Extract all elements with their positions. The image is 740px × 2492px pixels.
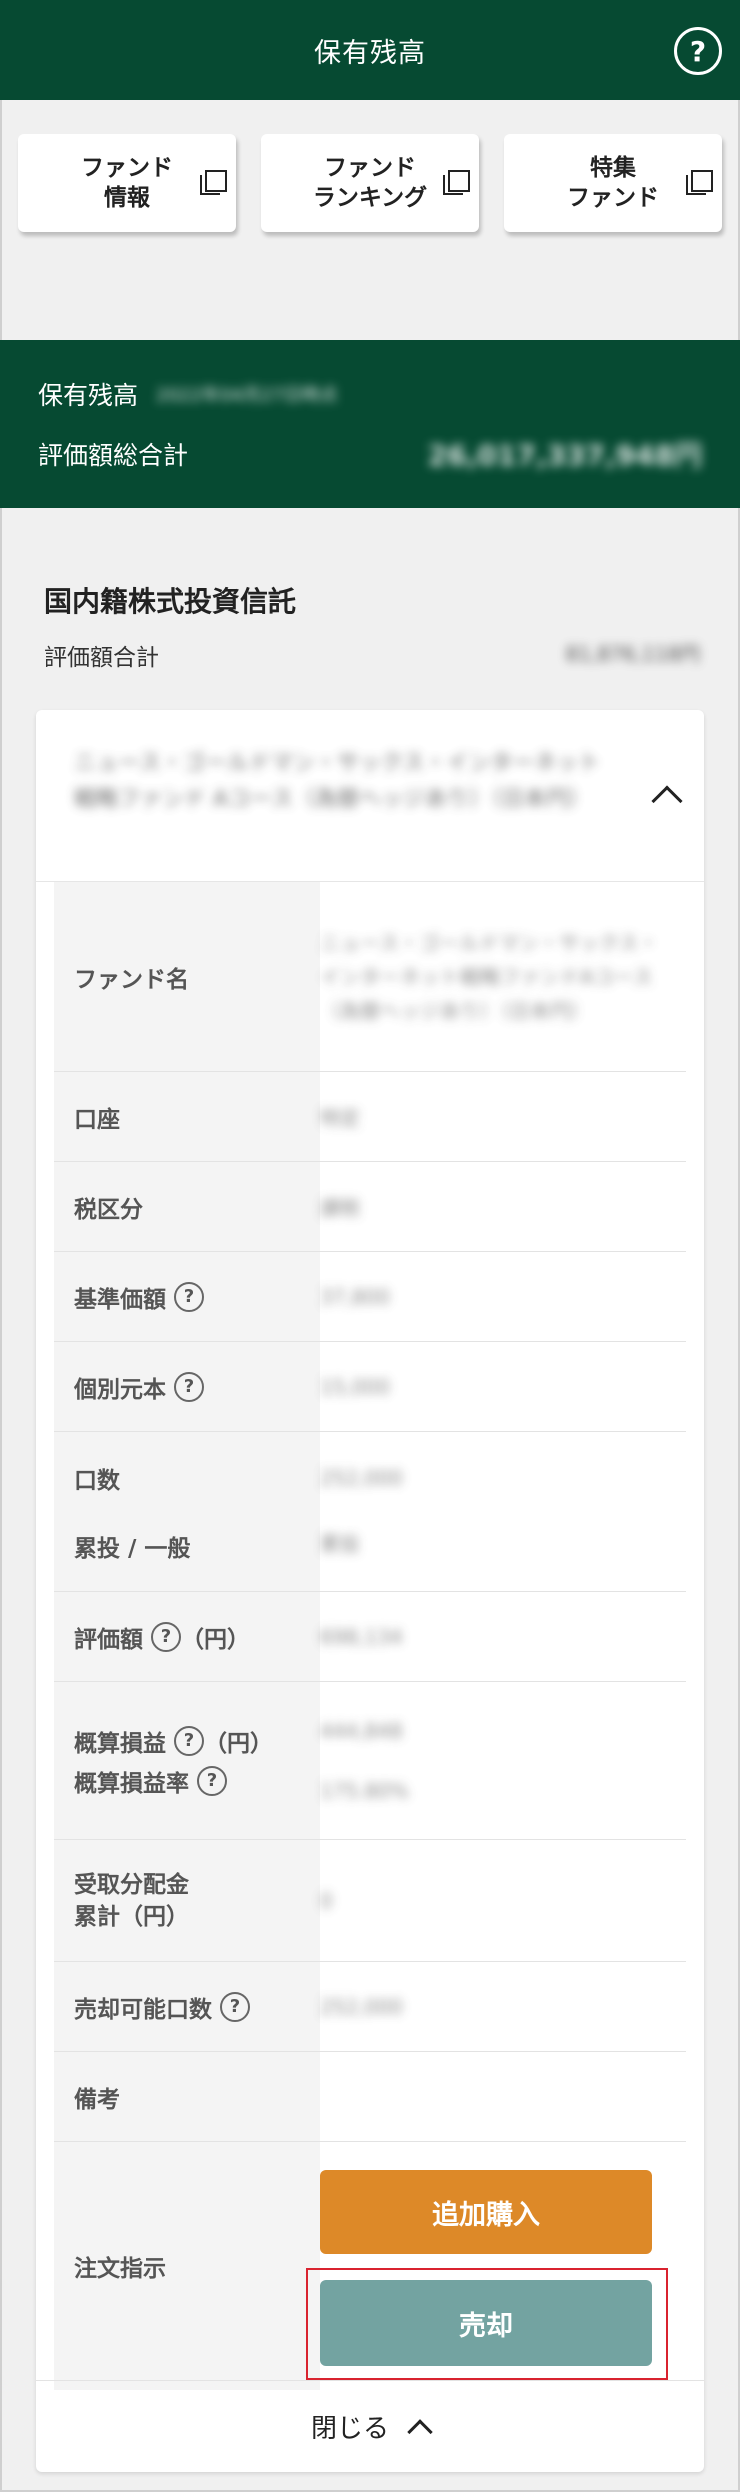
header-bar: 保有残高 ? bbox=[0, 0, 740, 100]
help-icon[interactable]: ? bbox=[151, 1621, 181, 1652]
featured-fund-button[interactable]: 特集 ファンド bbox=[504, 134, 722, 232]
table-row: 税区分 課税 bbox=[54, 1162, 686, 1252]
units-cell: 口数 累投 / 一般 bbox=[54, 1432, 320, 1591]
subtotal-value: 81,876,118円 bbox=[565, 642, 700, 666]
eval-unit: （円） bbox=[181, 1626, 250, 1653]
nav-cards: ファンド 情報 ファンド ランキング 特集 ファンド bbox=[18, 134, 722, 234]
type-value: 累投 bbox=[320, 1532, 360, 1556]
total-label: 評価額総合計 bbox=[38, 441, 189, 470]
external-window-icon bbox=[200, 170, 227, 196]
account-label: 口座 bbox=[54, 1072, 320, 1161]
help-icon[interactable]: ? bbox=[220, 1991, 250, 2022]
order-buttons: 追加購入 売却 bbox=[306, 2142, 686, 2390]
table-row: 評価額? （円） 698,134 bbox=[54, 1592, 686, 1682]
sellable-label: 売却可能口数 bbox=[74, 1996, 212, 2023]
dist-value: 0 bbox=[320, 1888, 333, 1913]
balance-summary: 保有残高 2022年04月27日時点 評価額総合計 26,017,337,948… bbox=[0, 340, 740, 508]
fund-ranking-label: ファンド ランキング bbox=[312, 155, 428, 211]
table-row: 概算損益? （円） 概算損益率? 444,848 175.80% bbox=[54, 1682, 686, 1840]
help-icon[interactable]: ? bbox=[174, 1725, 204, 1756]
table-row: 受取分配金 累計（円） 0 bbox=[54, 1840, 686, 1962]
help-icon[interactable]: ? bbox=[674, 27, 722, 75]
principal-value: 15,000 bbox=[320, 1374, 390, 1399]
section-subtotal: 評価額合計 81,876,118円 bbox=[44, 638, 700, 672]
sellable-value: 252,000 bbox=[320, 1994, 403, 2019]
table-row: ファンド名 ニュース・ゴールドマン・サックス・インターネット戦略ファンドAコース… bbox=[54, 882, 686, 1072]
pl-cell: 概算損益? （円） 概算損益率? bbox=[54, 1682, 320, 1839]
nav-price-label: 基準価額 bbox=[74, 1286, 166, 1313]
order-label: 注文指示 bbox=[54, 2142, 320, 2390]
units-label: 口数 bbox=[74, 1467, 120, 1494]
help-icon[interactable]: ? bbox=[174, 1371, 204, 1402]
account-value: 特定 bbox=[320, 1106, 360, 1130]
eval-value: 698,134 bbox=[320, 1624, 403, 1649]
fund-info-label: ファンド 情報 bbox=[81, 155, 173, 211]
fund-name-label: ファンド名 bbox=[54, 882, 320, 1071]
external-window-icon bbox=[686, 170, 713, 196]
eval-label: 評価額 bbox=[74, 1626, 143, 1653]
principal-cell: 個別元本? bbox=[54, 1342, 320, 1431]
page-title: 保有残高 bbox=[314, 37, 426, 69]
fund-card: ニュース・ゴールドマン・サックス・インターネット戦略ファンド Aコース（為替ヘッ… bbox=[36, 710, 704, 2472]
help-icon[interactable]: ? bbox=[174, 1281, 204, 1312]
nav-price-cell: 基準価額? bbox=[54, 1252, 320, 1341]
table-row: 口数 累投 / 一般 252,000 累投 bbox=[54, 1432, 686, 1592]
balance-label: 保有残高 bbox=[38, 381, 139, 410]
table-row: 基準価額? 37,800 bbox=[54, 1252, 686, 1342]
external-window-icon bbox=[443, 170, 470, 196]
chevron-up-icon bbox=[407, 2418, 433, 2445]
notes-value bbox=[320, 2052, 686, 2141]
section-title: 国内籍株式投資信託 bbox=[44, 585, 297, 618]
close-label: 閉じる bbox=[310, 2414, 389, 2444]
table-row: 備考 bbox=[54, 2052, 686, 2142]
fund-detail-table: ファンド名 ニュース・ゴールドマン・サックス・インターネット戦略ファンドAコース… bbox=[54, 882, 686, 2390]
sellable-cell: 売却可能口数? bbox=[54, 1962, 320, 2051]
pl-value: 444,848 bbox=[320, 1718, 403, 1743]
tax-value: 課税 bbox=[320, 1196, 360, 1220]
subtotal-label: 評価額合計 bbox=[44, 645, 159, 671]
close-button[interactable]: 閉じる bbox=[36, 2380, 704, 2472]
nav-price-value: 37,800 bbox=[320, 1284, 390, 1309]
tax-label: 税区分 bbox=[54, 1162, 320, 1251]
help-icon[interactable]: ? bbox=[197, 1765, 227, 1796]
table-row: 売却可能口数? 252,000 bbox=[54, 1962, 686, 2052]
order-row: 注文指示 追加購入 売却 bbox=[54, 2142, 686, 2390]
fund-info-button[interactable]: ファンド 情報 bbox=[18, 134, 236, 232]
units-value: 252,000 bbox=[320, 1466, 403, 1490]
help-glyph: ? bbox=[689, 34, 707, 68]
fund-ranking-button[interactable]: ファンド ランキング bbox=[261, 134, 479, 232]
table-row: 個別元本? 15,000 bbox=[54, 1342, 686, 1432]
eval-cell: 評価額? （円） bbox=[54, 1592, 320, 1681]
pl-rate-value: 175.80% bbox=[320, 1778, 409, 1803]
sell-button[interactable]: 売却 bbox=[320, 2280, 652, 2366]
chevron-up-icon[interactable] bbox=[651, 785, 683, 817]
notes-label: 備考 bbox=[54, 2052, 320, 2141]
total-value: 26,017,337,948円 bbox=[427, 439, 702, 472]
pl-unit: （円） bbox=[204, 1730, 273, 1757]
dist-label: 受取分配金 累計（円） bbox=[54, 1840, 320, 1961]
fund-card-header[interactable]: ニュース・ゴールドマン・サックス・インターネット戦略ファンド Aコース（為替ヘッ… bbox=[36, 710, 704, 882]
balance-date: 2022年04月27日時点 bbox=[156, 385, 338, 406]
pl-rate-label: 概算損益率 bbox=[74, 1770, 189, 1797]
fund-name: ニュース・ゴールドマン・サックス・インターネット戦略ファンド Aコース（為替ヘッ… bbox=[74, 751, 601, 812]
fund-name-value: ニュース・ゴールドマン・サックス・インターネット戦略ファンドAコース（為替ヘッジ… bbox=[320, 930, 659, 1023]
featured-fund-label: 特集 ファンド bbox=[567, 155, 659, 211]
table-row: 口座 特定 bbox=[54, 1072, 686, 1162]
principal-label: 個別元本 bbox=[74, 1376, 166, 1403]
type-label: 累投 / 一般 bbox=[74, 1535, 191, 1562]
pl-label: 概算損益 bbox=[74, 1730, 166, 1757]
add-purchase-button[interactable]: 追加購入 bbox=[320, 2170, 652, 2254]
